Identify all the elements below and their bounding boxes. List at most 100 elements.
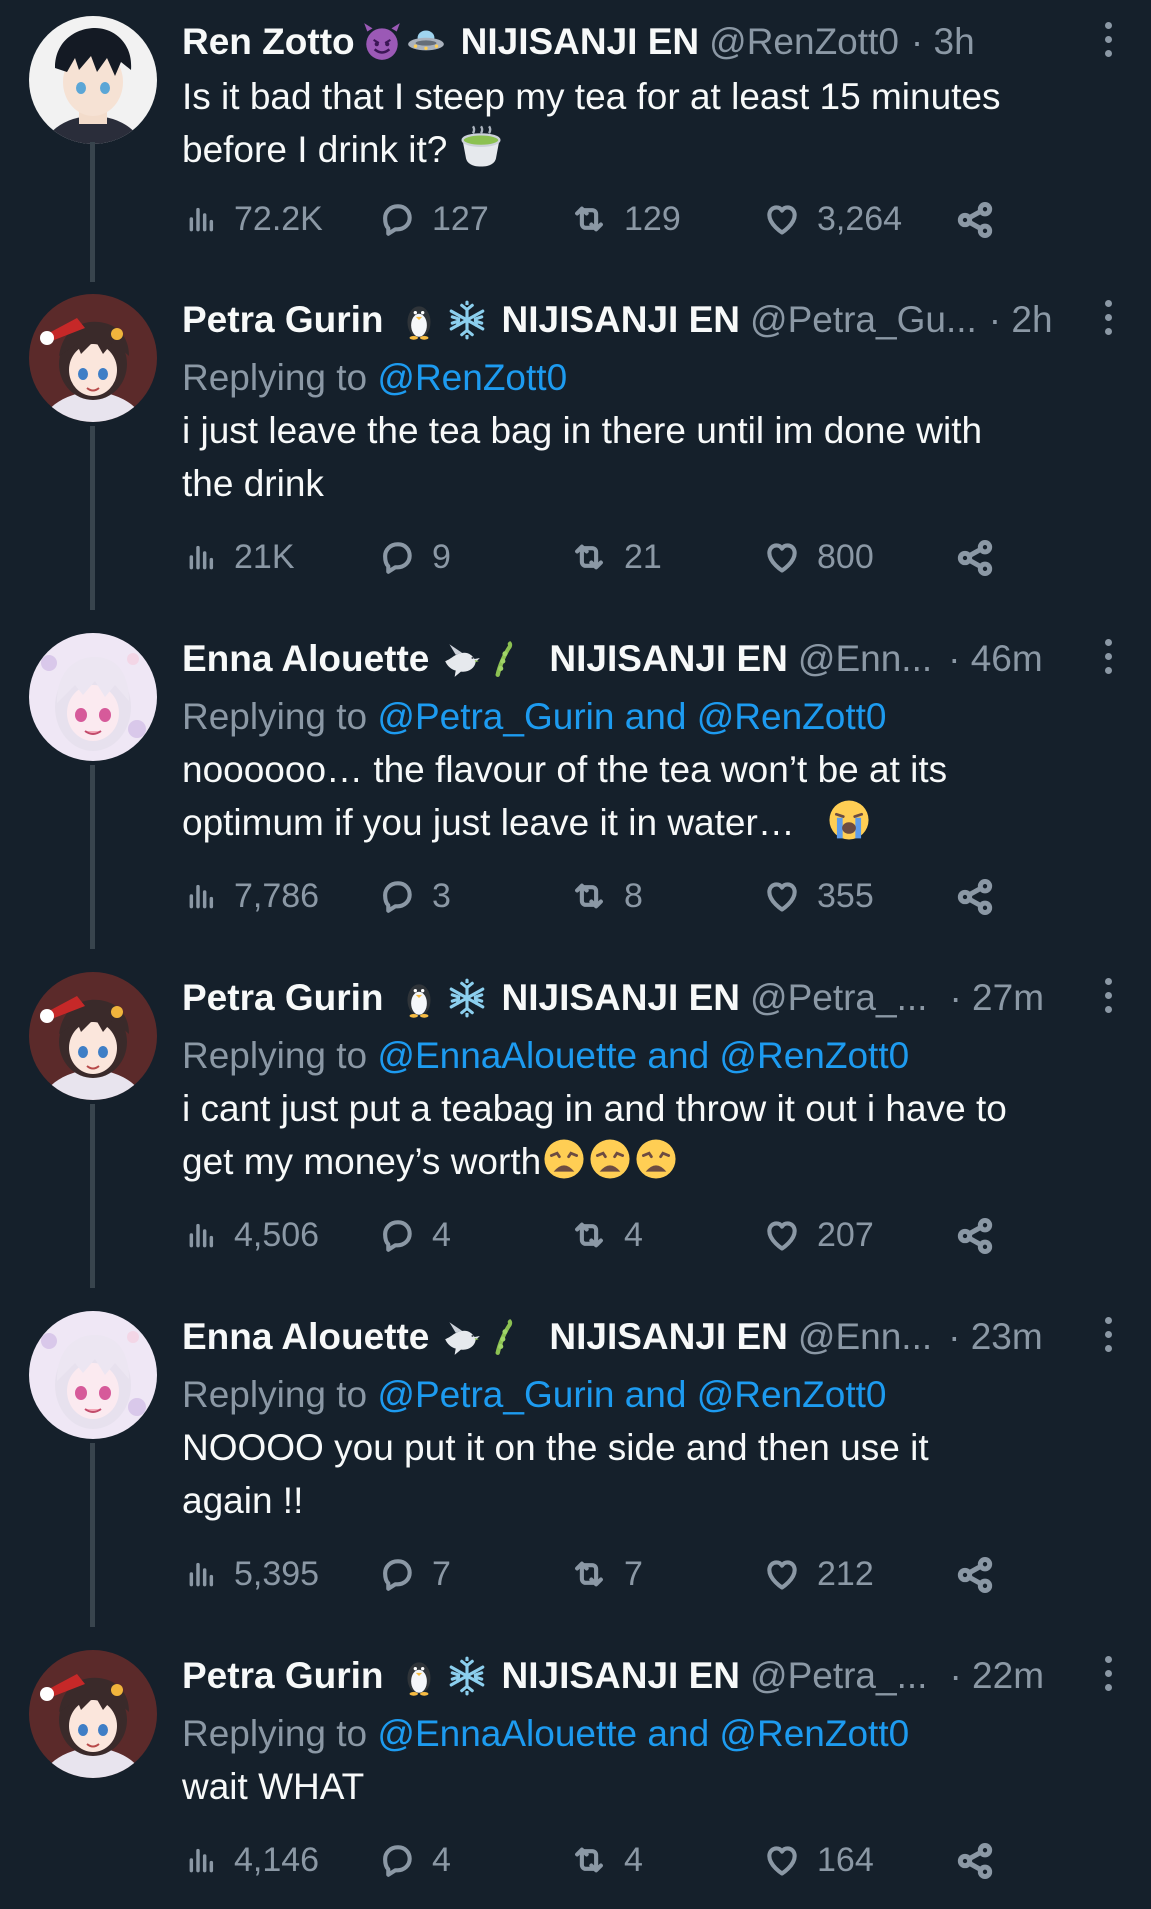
handle[interactable]: @Enn... <box>798 1313 932 1361</box>
timestamp[interactable]: · 23m <box>948 1313 1043 1361</box>
mention-link[interactable]: @EnnaAlouette and @RenZott0 <box>377 1035 909 1076</box>
tweet-text-line-content: get my money’s worth <box>182 1141 542 1182</box>
thread-connector <box>90 899 95 949</box>
avatar[interactable] <box>29 294 157 422</box>
replying-to-label: Replying to <box>182 696 378 737</box>
reply-button[interactable]: 4 <box>378 1835 451 1885</box>
mention-link[interactable]: @Petra_Gurin and @RenZott0 <box>377 696 886 737</box>
more-options-icon[interactable] <box>1105 1317 1113 1353</box>
reply-button[interactable]: 3 <box>378 871 451 921</box>
timestamp[interactable]: · 27m <box>949 974 1044 1022</box>
views-button[interactable]: 4,506 <box>186 1210 319 1260</box>
avatar[interactable] <box>29 16 157 144</box>
bar-chart-icon <box>186 541 218 573</box>
replying-to-label: Replying to <box>182 1035 378 1076</box>
bar-chart-icon <box>186 1219 218 1251</box>
tweet[interactable]: Petra Gurin NIJISANJI EN @Petra_Gu... · … <box>0 142 1151 618</box>
display-name[interactable]: Enna Alouette <box>182 1313 429 1361</box>
tweet-text-line: i cant just put a teabag in and throw it… <box>182 1088 1007 1129</box>
reply-button[interactable]: 7 <box>378 1549 451 1599</box>
retweet-icon <box>570 1216 608 1254</box>
like-button[interactable]: 207 <box>763 1210 874 1260</box>
more-options-icon[interactable] <box>1105 1656 1113 1692</box>
like-button[interactable]: 800 <box>763 532 874 582</box>
display-name[interactable]: Petra Gurin <box>182 1652 384 1700</box>
timestamp[interactable]: · 3h <box>911 18 975 66</box>
share-icon[interactable] <box>955 1841 995 1881</box>
retweet-button[interactable]: 4 <box>570 1835 643 1885</box>
mention-link[interactable]: @Petra_Gurin and @RenZott0 <box>377 1374 886 1415</box>
like-button[interactable]: 3,264 <box>763 194 902 244</box>
speech-bubble-icon <box>378 1555 416 1593</box>
avatar[interactable] <box>29 1650 157 1778</box>
retweet-button[interactable]: 7 <box>570 1549 643 1599</box>
more-options-icon[interactable] <box>1105 978 1113 1014</box>
tweet-header: Enna Alouette NIJISANJI EN @Enn... · 23m <box>182 1313 1151 1361</box>
mention-link[interactable]: @EnnaAlouette and @RenZott0 <box>377 1713 909 1754</box>
more-options-icon[interactable] <box>1105 300 1113 336</box>
share-icon[interactable] <box>955 200 995 240</box>
tweet-text-line: get my money’s worth <box>182 1135 1102 1188</box>
thread-connector <box>90 1238 95 1288</box>
view-count: 72.2K <box>234 199 323 238</box>
reply-button[interactable]: 4 <box>378 1210 451 1260</box>
share-icon[interactable] <box>955 877 995 917</box>
dove-emoji <box>441 638 483 680</box>
tweet[interactable]: Enna Alouette NIJISANJI EN @Enn... · 46m… <box>0 560 1151 957</box>
display-name[interactable]: Ren Zotto <box>182 18 355 66</box>
reply-button[interactable]: 9 <box>378 532 451 582</box>
handle[interactable]: @RenZott0 <box>709 18 899 66</box>
tweet-header: Enna Alouette NIJISANJI EN @Enn... · 46m <box>182 635 1151 683</box>
timestamp[interactable]: · 2h <box>989 296 1053 344</box>
like-button[interactable]: 164 <box>763 1835 874 1885</box>
views-button[interactable]: 7,786 <box>186 871 319 921</box>
tweet-text-line: i just leave the tea bag in there until … <box>182 410 983 451</box>
tweet[interactable]: Enna Alouette NIJISANJI EN @Enn... · 23m… <box>0 1238 1151 1635</box>
replying-to-label: Replying to <box>182 1374 378 1415</box>
like-button[interactable]: 212 <box>763 1549 874 1599</box>
retweet-button[interactable]: 8 <box>570 871 643 921</box>
handle[interactable]: @Petra_Gu... <box>750 296 977 344</box>
action-bar: 5,395 7 7 212 <box>0 1549 1151 1599</box>
snowflake-emoji <box>446 977 488 1019</box>
bar-chart-icon <box>186 203 218 235</box>
like-button[interactable]: 355 <box>763 871 874 921</box>
tweet[interactable]: Petra Gurin NIJISANJI EN @Petra_... · 27… <box>0 899 1151 1296</box>
display-name[interactable]: Petra Gurin <box>182 974 384 1022</box>
timestamp[interactable]: · 22m <box>949 1652 1044 1700</box>
retweet-button[interactable]: 21 <box>570 532 662 582</box>
retweet-count: 4 <box>624 1215 643 1254</box>
views-button[interactable]: 4,146 <box>186 1835 319 1885</box>
replying-to: Replying to @EnnaAlouette and @RenZott0 <box>182 1032 909 1080</box>
handle[interactable]: @Petra_... <box>750 974 927 1022</box>
display-name[interactable]: Petra Gurin <box>182 296 384 344</box>
tweet-header: Petra Gurin NIJISANJI EN @Petra_Gu... · … <box>182 296 1151 344</box>
avatar[interactable] <box>29 633 157 761</box>
view-count: 4,506 <box>234 1215 320 1254</box>
avatar[interactable] <box>29 972 157 1100</box>
views-button[interactable]: 72.2K <box>186 194 323 244</box>
retweet-button[interactable]: 4 <box>570 1210 643 1260</box>
tweet-text-line: wait WHAT <box>182 1766 365 1807</box>
reply-button[interactable]: 127 <box>378 194 489 244</box>
handle[interactable]: @Enn... <box>798 635 932 683</box>
more-options-icon[interactable] <box>1105 22 1113 58</box>
share-icon[interactable] <box>955 1216 995 1256</box>
reply-count: 4 <box>432 1215 451 1254</box>
handle[interactable]: @Petra_... <box>750 1652 927 1700</box>
more-options-icon[interactable] <box>1105 639 1113 675</box>
tweet-header: Petra Gurin NIJISANJI EN @Petra_... · 22… <box>182 1652 1151 1700</box>
timestamp[interactable]: · 46m <box>948 635 1043 683</box>
tweet[interactable]: Petra Gurin NIJISANJI EN @Petra_... · 22… <box>0 1577 1151 1909</box>
share-icon[interactable] <box>955 538 995 578</box>
display-name[interactable]: Enna Alouette <box>182 635 429 683</box>
views-button[interactable]: 21K <box>186 532 295 582</box>
mention-link[interactable]: @RenZott0 <box>377 357 567 398</box>
avatar[interactable] <box>29 1311 157 1439</box>
retweet-button[interactable]: 129 <box>570 194 681 244</box>
share-icon[interactable] <box>955 1555 995 1595</box>
tweet-header: Petra Gurin NIJISANJI EN @Petra_... · 27… <box>182 974 1151 1022</box>
replying-to-label: Replying to <box>182 357 378 398</box>
views-button[interactable]: 5,395 <box>186 1549 319 1599</box>
heart-icon <box>763 200 801 238</box>
